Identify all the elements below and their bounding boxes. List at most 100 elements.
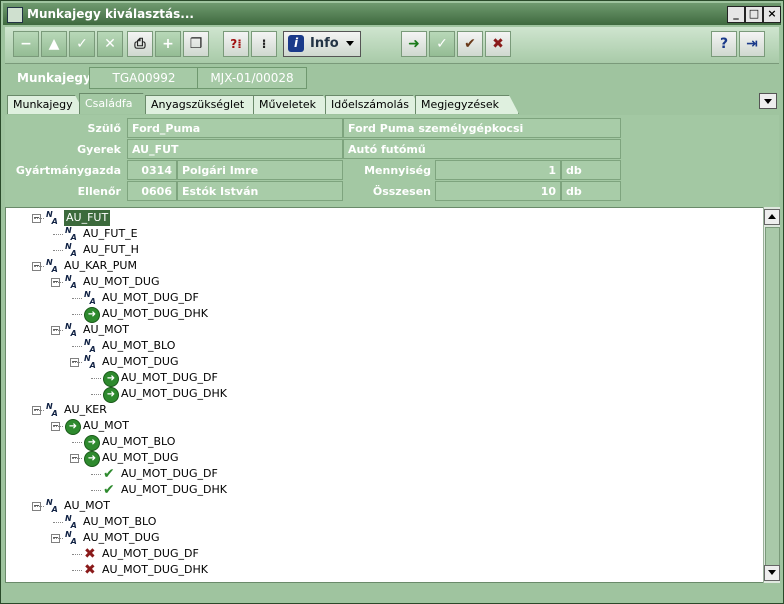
- tree-node-label: AU_MOT_DUG_DHK: [121, 483, 227, 496]
- na-icon: N A: [65, 530, 77, 546]
- munkajegy-label: Munkajegy: [17, 71, 91, 85]
- check-icon: ✔: [103, 482, 115, 498]
- go-icon: ➜: [103, 371, 119, 387]
- header-row: Munkajegy TGA00992 MJX-01/00028: [5, 65, 779, 91]
- tree-connector: [72, 570, 82, 571]
- tab-anyagszukseglet[interactable]: Anyagszükséglet: [145, 95, 265, 114]
- tree-connector: [34, 410, 44, 411]
- gyartmanygazda-code: 0314: [127, 160, 177, 180]
- na-icon: N A: [65, 242, 77, 258]
- tree-node-label: AU_MOT_DUG: [102, 355, 179, 368]
- minus-icon[interactable]: −: [13, 31, 39, 57]
- help-query-icon[interactable]: ?⁞: [223, 31, 249, 57]
- tree-node-label: AU_MOT_BLO: [83, 515, 157, 528]
- plus-icon[interactable]: +: [155, 31, 181, 57]
- na-icon: N A: [65, 274, 77, 290]
- tree-connector: [72, 362, 82, 363]
- tree-connector: [53, 282, 63, 283]
- tree-node-label: AU_FUT_E: [83, 227, 138, 240]
- gyartmanygazda-label: Gyártmánygazda: [15, 164, 121, 177]
- tab-muveletek[interactable]: Műveletek: [253, 95, 333, 114]
- tree-node-label: AU_MOT_DUG_DHK: [121, 387, 227, 400]
- gyerek-label: Gyerek: [77, 143, 121, 156]
- szulo-label: Szülő: [87, 122, 121, 135]
- na-icon: N A: [65, 322, 77, 338]
- go-icon: ➜: [84, 435, 100, 451]
- na-icon: N A: [84, 354, 96, 370]
- tree-scrollbar[interactable]: [763, 207, 780, 583]
- tree-connector: [91, 490, 101, 491]
- family-tree[interactable]: − N A AU_FUT N A AU_FUT_E N A AU_FUT_H − N A AU_K…: [5, 207, 765, 583]
- print-icon[interactable]: ⎙: [127, 31, 153, 57]
- osszesen-label: Összesen: [372, 185, 431, 198]
- go-icon: ➜: [103, 387, 119, 403]
- cross-icon: ✖: [84, 562, 96, 578]
- maximize-button[interactable]: □: [745, 6, 763, 23]
- reject-icon[interactable]: ✖: [485, 31, 511, 57]
- tree-node-label: AU_FUT_H: [83, 243, 139, 256]
- approve-icon[interactable]: ✔: [457, 31, 483, 57]
- arrow-up-icon[interactable]: ▲: [41, 31, 67, 57]
- tree-connector: [34, 266, 44, 267]
- tree-connector: [53, 538, 63, 539]
- na-icon: N A: [46, 498, 58, 514]
- exit-icon[interactable]: ⇥: [739, 31, 765, 57]
- tab-scroll-button[interactable]: [759, 93, 777, 109]
- title-bar: Munkajegy kiválasztás... _ □ ×: [3, 3, 781, 25]
- tree-node-label: AU_KER: [64, 403, 107, 416]
- check-icon[interactable]: ✓: [69, 31, 95, 57]
- szulo-code: Ford_Puma: [127, 118, 343, 138]
- cross-icon: ✖: [84, 546, 96, 562]
- osszesen-value: 10: [435, 181, 561, 201]
- tab-csaladfa[interactable]: Családfa: [79, 93, 153, 114]
- detail-panel: Szülő Ford_Puma Ford Puma személygépkocs…: [5, 115, 779, 207]
- tree-connector: [72, 554, 82, 555]
- filter-icon[interactable]: ⁝: [251, 31, 277, 57]
- tree-node-label: AU_MOT: [83, 323, 129, 336]
- tree-connector: [53, 330, 63, 331]
- tree-connector: [72, 346, 82, 347]
- tree-node-label: AU_MOT_DUG_DHK: [102, 563, 208, 576]
- info-dropdown-button[interactable]: i Info: [283, 31, 361, 57]
- tree-node-label: AU_MOT_DUG_DF: [121, 371, 218, 384]
- mennyiseg-unit: db: [561, 160, 621, 180]
- check-icon: ✔: [103, 466, 115, 482]
- tree-node-label: AU_MOT_BLO: [102, 435, 176, 448]
- main-window: Munkajegy kiválasztás... _ □ × − ▲ ✓ ✕ ⎙…: [0, 0, 784, 604]
- na-icon: N A: [46, 210, 58, 226]
- cancel-icon[interactable]: ✕: [97, 31, 123, 57]
- tree-connector: [91, 474, 101, 475]
- munkajegy-field2[interactable]: MJX-01/00028: [197, 67, 307, 89]
- tab-munkajegy[interactable]: Munkajegy: [7, 95, 85, 114]
- scroll-up-button[interactable]: [764, 209, 780, 225]
- munkajegy-field1[interactable]: TGA00992: [89, 67, 199, 89]
- tree-connector: [53, 250, 63, 251]
- copy-icon[interactable]: ❐: [183, 31, 209, 57]
- tree-connector: [53, 234, 63, 235]
- tree-connector: [72, 298, 82, 299]
- tree-connector: [34, 218, 44, 219]
- tree-node-label: AU_MOT_DUG: [83, 531, 160, 544]
- go-icon[interactable]: ➜: [401, 31, 427, 57]
- tab-megjegyzesek[interactable]: Megjegyzések: [415, 95, 519, 114]
- tree-node-label: AU_MOT_DUG: [102, 451, 179, 464]
- check-icon[interactable]: ✓: [429, 31, 455, 57]
- tree-connector: [53, 426, 63, 427]
- tab-idoelszamolas[interactable]: Időelszámolás: [325, 95, 423, 114]
- na-icon: N A: [84, 338, 96, 354]
- scroll-thumb[interactable]: [765, 227, 780, 571]
- close-button[interactable]: ×: [763, 6, 781, 23]
- tree-node-label: AU_KAR_PUM: [64, 259, 137, 272]
- toolbar: − ▲ ✓ ✕ ⎙ + ❐ ?⁞ ⁝ i Info ➜ ✓ ✔ ✖ ? ⇥: [5, 27, 779, 64]
- minimize-button[interactable]: _: [727, 6, 745, 23]
- tree-node-label: AU_MOT_DUG_DF: [102, 291, 199, 304]
- tree-connector: [53, 522, 63, 523]
- na-icon: N A: [46, 258, 58, 274]
- scroll-down-button[interactable]: [764, 565, 780, 581]
- ellenor-code: 0606: [127, 181, 177, 201]
- go-icon: ➜: [84, 451, 100, 467]
- help-icon[interactable]: ?: [711, 31, 737, 57]
- window-title: Munkajegy kiválasztás...: [27, 7, 194, 21]
- na-icon: N A: [46, 402, 58, 418]
- status-bar: [5, 585, 779, 601]
